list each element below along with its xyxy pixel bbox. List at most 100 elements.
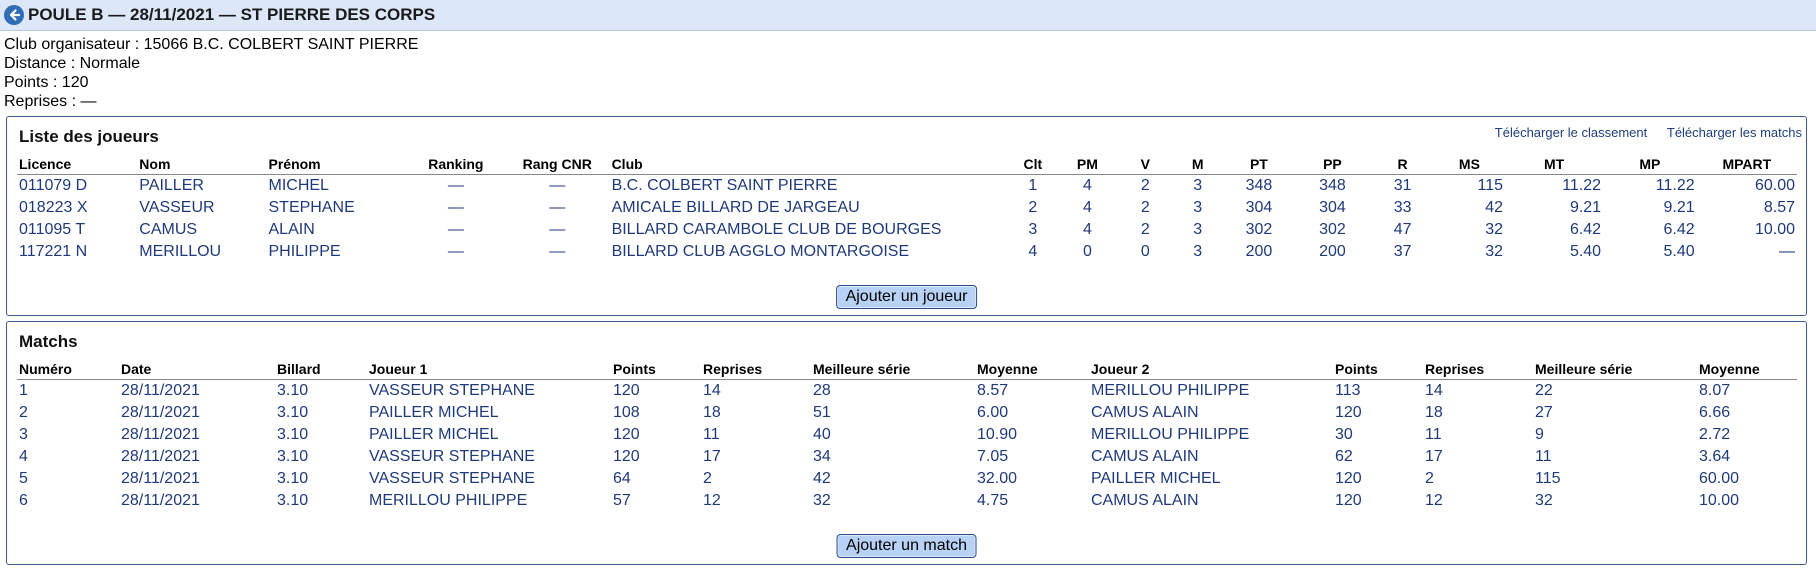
match-col-header: Billard [275,360,367,380]
match-cell: 62 [1335,448,1353,465]
player-cell: 011079 D [19,177,88,194]
match-cell: 32 [813,492,831,509]
match-cell: 2 [703,470,712,487]
player-cell: — [549,243,566,260]
player-cell: 10.00 [1754,221,1795,238]
player-row[interactable]: 011079 D PAILLER MICHEL — — B.C. COLBERT SAIN… [17,175,1797,198]
match-cell: 32.00 [977,470,1018,487]
player-col-header: Club [609,155,1011,175]
download-matches-link[interactable]: Télécharger les matchs [1667,125,1802,140]
match-col-header: Meilleure série [811,360,975,380]
match-cell: 18 [703,404,721,421]
match-cell: 4 [19,448,28,465]
add-match-button[interactable]: Ajouter un match [836,534,977,558]
match-cell: 28/11/2021 [121,492,200,509]
match-cell: 3.10 [277,492,309,509]
players-table: Licence Nom Prénom Ranking Rang CNR Club Clt PM… [17,155,1797,263]
match-col-header: Points [611,360,701,380]
player-cell: 302 [1319,221,1346,238]
match-row[interactable]: 4 28/11/2021 3.10 VASSEUR STEPHANE 120 17 34 7.… [17,446,1797,468]
match-cell: 6.00 [977,404,1009,421]
player-cell: 304 [1319,199,1346,216]
match-col-header: Numéro [17,360,119,380]
match-cell: 4.75 [977,492,1009,509]
match-row[interactable]: 2 28/11/2021 3.10 PAILLER MICHEL 108 18 51 6.00… [17,402,1797,424]
download-ranking-link[interactable]: Télécharger le classement [1495,125,1647,140]
match-row[interactable]: 5 28/11/2021 3.10 VASSEUR STEPHANE 64 2 42 32.0… [17,468,1797,490]
back-arrow-icon[interactable] [4,5,24,25]
player-cell: 2 [1028,199,1038,216]
player-cell: 9.21 [1663,199,1695,216]
player-cell: — [549,199,566,216]
match-cell: 3.10 [277,382,309,399]
match-cell: 9 [1535,426,1544,443]
match-col-header: Reprises [701,360,811,380]
match-cell: 28/11/2021 [121,470,200,487]
player-col-header: Ranking [406,155,505,175]
player-cell: 6.42 [1569,221,1602,238]
match-cell: 57 [613,492,631,509]
players-panel: Liste des joueurs Télécharger le classem… [6,116,1807,316]
match-cell: 3 [19,426,28,443]
match-row[interactable]: 1 28/11/2021 3.10 VASSEUR STEPHANE 120 14 28 8.… [17,380,1797,403]
players-header-row: Licence Nom Prénom Ranking Rang CNR Club Clt PM… [17,155,1797,175]
match-cell: 42 [813,470,831,487]
match-cell: PAILLER MICHEL [1091,470,1221,487]
match-row[interactable]: 6 28/11/2021 3.10 MERILLOU PHILIPPE 57 12 32 4.… [17,490,1797,512]
player-col-header: PP [1293,155,1372,175]
player-cell: — [447,243,464,260]
player-cell: MICHEL [268,177,329,194]
match-cell: 3.64 [1699,448,1731,465]
download-links: Télécharger le classement Télécharger le… [1479,125,1802,140]
player-cell: CAMUS [139,221,198,238]
match-row[interactable]: 3 28/11/2021 3.10 PAILLER MICHEL 120 11 40 10.9… [17,424,1797,446]
match-cell: 51 [813,404,831,421]
match-cell: 28/11/2021 [121,426,200,443]
player-col-header: Rang CNR [504,155,610,175]
match-cell: 7.05 [977,448,1009,465]
match-cell: 22 [1535,382,1553,399]
match-cell: MERILLOU PHILIPPE [1091,382,1250,399]
player-col-header: Clt [1010,155,1056,175]
match-cell: 6.66 [1699,404,1731,421]
player-cell: 4 [1028,243,1038,260]
matches-header-row: Numéro Date Billard Joueur 1 Points Reprises M… [17,360,1797,380]
player-cell: 117221 N [19,243,88,260]
match-cell: 11 [1425,426,1442,443]
player-cell: PAILLER [139,177,204,194]
player-cell: 115 [1477,177,1504,194]
player-cell: 200 [1245,243,1273,260]
player-cell: — [549,221,566,238]
match-cell: 3.10 [277,404,309,421]
reprises-info: Reprises : — [4,93,97,110]
player-row[interactable]: 018223 X VASSEUR STEPHANE — — AMICALE BILLARD… [17,197,1797,219]
add-player-button[interactable]: Ajouter un joueur [835,285,978,309]
player-col-header: Licence [17,155,138,175]
player-cell: 3 [1193,221,1203,238]
player-row[interactable]: 011095 T CAMUS ALAIN — — BILLARD CARAMBOLE CL… [17,219,1797,241]
player-cell: 5.40 [1663,243,1695,260]
player-cell: 4 [1082,221,1092,238]
player-cell: 304 [1245,199,1273,216]
match-cell: CAMUS ALAIN [1091,492,1199,509]
player-row[interactable]: 117221 N MERILLOU PHILIPPE — — BILLARD CLUB A… [17,241,1797,263]
match-cell: 108 [613,404,640,421]
match-cell: 34 [813,448,831,465]
match-cell: 28/11/2021 [121,448,200,465]
match-cell: 120 [613,426,640,443]
match-col-header: Points [1333,360,1423,380]
player-cell: 42 [1485,199,1504,216]
match-cell: 32 [1535,492,1553,509]
match-cell: 12 [703,492,721,509]
players-panel-title: Liste des joueurs [19,127,159,146]
match-cell: 113 [1335,382,1361,399]
matches-panel-title: Matchs [19,332,78,351]
match-col-header: Joueur 2 [1089,360,1333,380]
match-cell: 17 [1425,448,1443,465]
player-cell: 9.21 [1569,199,1602,216]
match-cell: 120 [613,448,640,465]
player-cell: 60.00 [1754,177,1795,194]
player-cell: MERILLOU [139,243,222,260]
match-cell: 3.10 [277,426,309,443]
match-cell: 30 [1335,426,1353,443]
